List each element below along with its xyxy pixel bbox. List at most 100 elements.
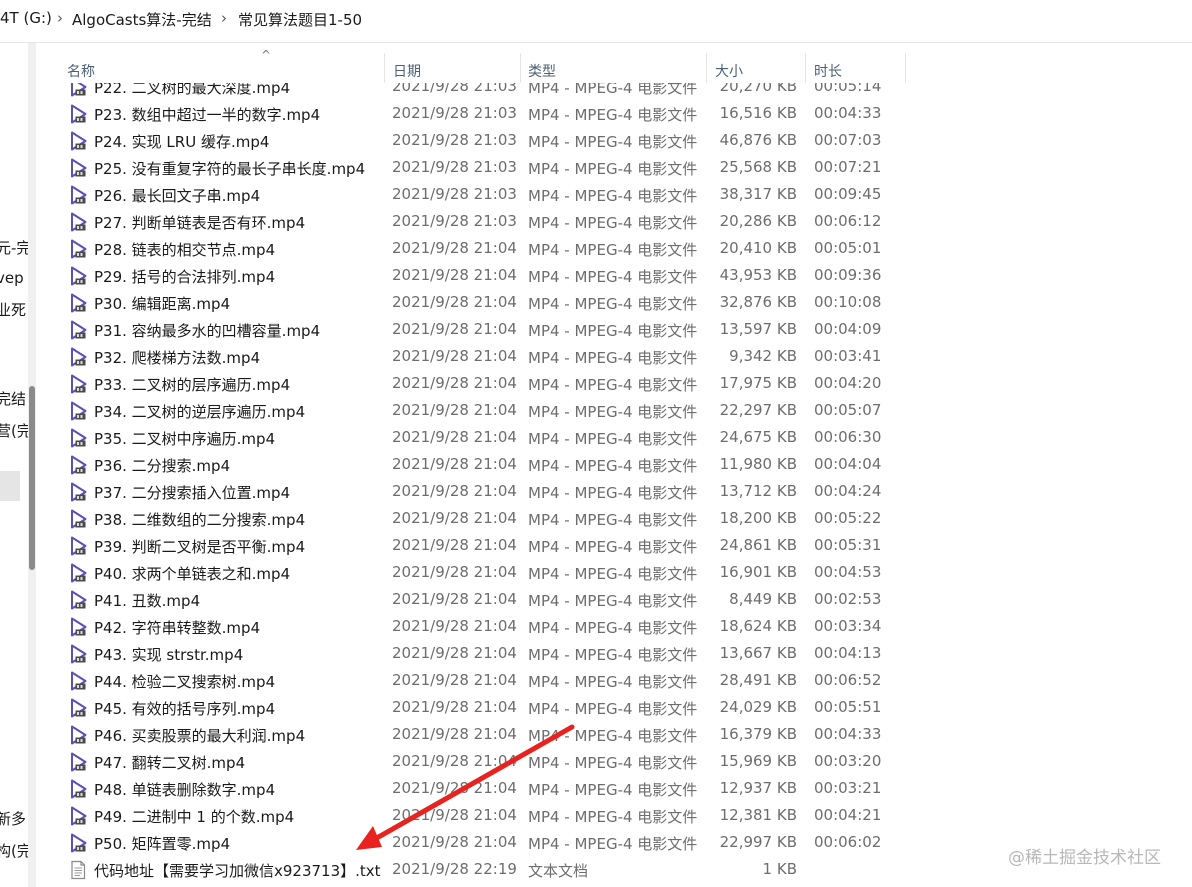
file-row[interactable]: P49. 二进制中 1 的个数.mp4 2021/9/28 21:04 MP4 - …: [44, 802, 1192, 829]
file-row[interactable]: P34. 二叉树的逆层序遍历.mp4 2021/9/28 21:04 MP4 - M…: [44, 397, 1192, 424]
column-divider[interactable]: [805, 53, 806, 83]
video-file-icon: [68, 779, 88, 799]
column-header-type[interactable]: 类型: [528, 61, 556, 81]
file-name: P27. 判断单链表是否有环.mp4: [94, 214, 306, 232]
file-date: 2021/9/28 21:03: [392, 158, 517, 176]
file-duration: 00:03:20: [814, 752, 882, 770]
file-date: 2021/9/28 21:04: [392, 455, 517, 473]
file-duration: 00:04:13: [814, 644, 882, 662]
breadcrumb-item-folder[interactable]: 常见算法题目1-50: [238, 9, 362, 30]
breadcrumb-item-course[interactable]: AlgoCasts算法-完结: [72, 9, 212, 30]
file-size: 12,937 KB: [719, 779, 797, 797]
file-duration: 00:07:21: [814, 158, 882, 176]
file-size: 24,861 KB: [719, 536, 797, 554]
file-duration: 00:04:33: [814, 725, 882, 743]
file-row[interactable]: P36. 二分搜索.mp4 2021/9/28 21:04 MP4 - MPEG-4…: [44, 451, 1192, 478]
file-row[interactable]: P39. 判断二叉树是否平衡.mp4 2021/9/28 21:04 MP4 - M…: [44, 532, 1192, 559]
file-row[interactable]: P31. 容纳最多水的凹槽容量.mp4 2021/9/28 21:04 MP4 - …: [44, 316, 1192, 343]
file-duration: 00:05:22: [814, 509, 882, 527]
column-header-date[interactable]: 日期: [393, 61, 421, 81]
file-name: P29. 括号的合法排列.mp4: [94, 268, 276, 286]
file-date: 2021/9/28 21:04: [392, 482, 517, 500]
file-date: 2021/9/28 21:04: [392, 725, 517, 743]
file-name: P25. 没有重复字符的最长子串长度.mp4: [94, 160, 366, 178]
file-name: P26. 最长回文子串.mp4: [94, 187, 261, 205]
file-name: P24. 实现 LRU 缓存.mp4: [94, 133, 270, 151]
file-row[interactable]: P22. 二叉树的最大深度.mp4 2021/9/28 21:03 MP4 - MP…: [44, 83, 1192, 100]
file-row[interactable]: P30. 编辑距离.mp4 2021/9/28 21:04 MP4 - MPEG-4…: [44, 289, 1192, 316]
video-file-icon: [68, 509, 88, 529]
navigation-pane: 元-完 vep 业死 完结 营(完 新多 构(完: [0, 43, 44, 887]
file-duration: 00:02:53: [814, 590, 882, 608]
nav-item[interactable]: 元-完: [0, 237, 31, 258]
file-row[interactable]: P28. 链表的相交节点.mp4 2021/9/28 21:04 MP4 - MPE…: [44, 235, 1192, 262]
file-row[interactable]: P29. 括号的合法排列.mp4 2021/9/28 21:04 MP4 - MPE…: [44, 262, 1192, 289]
column-divider[interactable]: [706, 53, 707, 83]
file-row[interactable]: P46. 买卖股票的最大利润.mp4 2021/9/28 21:04 MP4 - M…: [44, 721, 1192, 748]
nav-item[interactable]: 业死: [0, 299, 26, 320]
file-row[interactable]: P33. 二叉树的层序遍历.mp4 2021/9/28 21:04 MP4 - MP…: [44, 370, 1192, 397]
file-size: 9,342 KB: [729, 347, 797, 365]
text-file-icon: [68, 860, 88, 880]
file-row[interactable]: P24. 实现 LRU 缓存.mp4 2021/9/28 21:03 MP4 - M…: [44, 127, 1192, 154]
file-type: MP4 - MPEG-4 电影文件: [528, 241, 698, 259]
file-duration: 00:10:08: [814, 293, 882, 311]
file-row[interactable]: P47. 翻转二叉树.mp4 2021/9/28 21:04 MP4 - MPEG-…: [44, 748, 1192, 775]
video-file-icon: [68, 158, 88, 178]
file-duration: 00:09:36: [814, 266, 882, 284]
column-header-duration[interactable]: 时长: [814, 61, 842, 81]
file-name: P37. 二分搜索插入位置.mp4: [94, 484, 291, 502]
file-row[interactable]: P38. 二维数组的二分搜索.mp4 2021/9/28 21:04 MP4 - M…: [44, 505, 1192, 532]
file-row[interactable]: P23. 数组中超过一半的数字.mp4 2021/9/28 21:03 MP4 - …: [44, 100, 1192, 127]
file-size: 20,410 KB: [719, 239, 797, 257]
file-duration: 00:05:51: [814, 698, 882, 716]
file-date: 2021/9/28 21:04: [392, 590, 517, 608]
file-name: P48. 单链表删除数字.mp4: [94, 781, 276, 799]
breadcrumb-item-drive[interactable]: 4T (G:): [0, 9, 52, 27]
column-divider[interactable]: [384, 53, 385, 83]
file-row[interactable]: P44. 检验二叉搜索树.mp4 2021/9/28 21:04 MP4 - MPE…: [44, 667, 1192, 694]
nav-scrollbar-thumb[interactable]: [29, 386, 35, 570]
file-row[interactable]: P48. 单链表删除数字.mp4 2021/9/28 21:04 MP4 - MPE…: [44, 775, 1192, 802]
video-file-icon: [68, 428, 88, 448]
file-size: 46,876 KB: [719, 131, 797, 149]
column-divider[interactable]: [905, 53, 906, 83]
file-type: MP4 - MPEG-4 电影文件: [528, 754, 698, 772]
file-type: MP4 - MPEG-4 电影文件: [528, 268, 698, 286]
nav-item[interactable]: 新多: [0, 808, 26, 829]
file-name: P44. 检验二叉搜索树.mp4: [94, 673, 276, 691]
video-file-icon: [68, 536, 88, 556]
file-size: 28,491 KB: [719, 671, 797, 689]
file-name: P28. 链表的相交节点.mp4: [94, 241, 276, 259]
nav-item[interactable]: vep: [0, 269, 24, 287]
file-size: 18,624 KB: [719, 617, 797, 635]
file-row[interactable]: P26. 最长回文子串.mp4 2021/9/28 21:03 MP4 - MPEG…: [44, 181, 1192, 208]
file-row[interactable]: P43. 实现 strstr.mp4 2021/9/28 21:04 MP4 - M…: [44, 640, 1192, 667]
video-file-icon: [68, 347, 88, 367]
file-name: P22. 二叉树的最大深度.mp4: [94, 83, 291, 97]
file-row[interactable]: P45. 有效的括号序列.mp4 2021/9/28 21:04 MP4 - MPE…: [44, 694, 1192, 721]
file-size: 38,317 KB: [719, 185, 797, 203]
video-file-icon: [68, 752, 88, 772]
file-row[interactable]: P25. 没有重复字符的最长子串长度.mp4 2021/9/28 21:03 MP4…: [44, 154, 1192, 181]
file-row[interactable]: P35. 二叉树中序遍历.mp4 2021/9/28 21:04 MP4 - MPE…: [44, 424, 1192, 451]
file-row[interactable]: P40. 求两个单链表之和.mp4 2021/9/28 21:04 MP4 - MP…: [44, 559, 1192, 586]
nav-selected-item[interactable]: [0, 471, 20, 501]
file-duration: 00:04:53: [814, 563, 882, 581]
file-row[interactable]: P37. 二分搜索插入位置.mp4 2021/9/28 21:04 MP4 - MP…: [44, 478, 1192, 505]
file-type: MP4 - MPEG-4 电影文件: [528, 214, 698, 232]
nav-item[interactable]: 完结: [0, 388, 26, 409]
column-divider[interactable]: [520, 53, 521, 83]
column-header-size[interactable]: 大小: [715, 61, 743, 81]
file-row[interactable]: P41. 丑数.mp4 2021/9/28 21:04 MP4 - MPEG-4 电…: [44, 586, 1192, 613]
file-row[interactable]: P32. 爬楼梯方法数.mp4 2021/9/28 21:04 MP4 - MPEG…: [44, 343, 1192, 370]
video-file-icon: [68, 401, 88, 421]
breadcrumb-separator[interactable]: ›: [57, 9, 63, 27]
video-file-icon: [68, 590, 88, 610]
column-header-name[interactable]: 名称: [67, 61, 95, 81]
file-row[interactable]: P27. 判断单链表是否有环.mp4 2021/9/28 21:03 MP4 - M…: [44, 208, 1192, 235]
file-date: 2021/9/28 21:04: [392, 239, 517, 257]
breadcrumb-separator[interactable]: ›: [221, 9, 227, 27]
file-row[interactable]: P42. 字符串转整数.mp4 2021/9/28 21:04 MP4 - MPEG…: [44, 613, 1192, 640]
file-size: 13,712 KB: [719, 482, 797, 500]
